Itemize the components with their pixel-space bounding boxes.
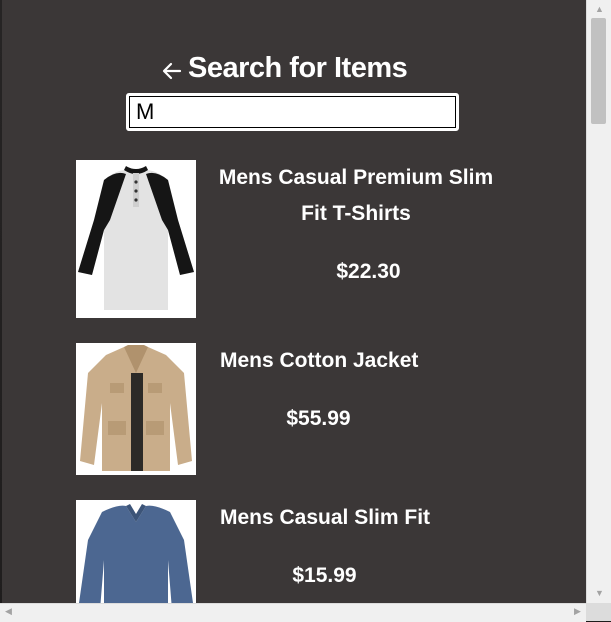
item-name: Mens Cotton Jacket (220, 349, 419, 372)
list-item[interactable]: Mens Casual Premium Slim Fit T-Shirts $2… (76, 160, 566, 320)
list-item[interactable]: Mens Cotton Jacket $55.99 (76, 343, 566, 476)
scroll-up-icon[interactable]: ▲ (595, 4, 604, 14)
list-item[interactable]: Mens Casual Slim Fit $15.99 (76, 500, 566, 603)
item-name-line1: Mens Casual Premium Slim (218, 166, 494, 189)
vertical-scrollbar[interactable]: ▲ ▼ (586, 0, 611, 603)
raglan-tshirt-image (76, 160, 196, 318)
item-price: $55.99 (286, 407, 351, 430)
modal-header: Search for Items (160, 48, 408, 88)
item-name: Mens Casual Premium Slim Fit T-Shirts (206, 160, 506, 232)
page-title: Search for Items (188, 51, 408, 84)
scroll-right-icon[interactable]: ▶ (574, 606, 581, 617)
scroll-left-icon[interactable]: ◀ (5, 606, 12, 617)
scrollbar-corner (586, 603, 611, 621)
item-name: Mens Casual Slim Fit (220, 506, 431, 529)
slim-fit-shirt-image (76, 500, 196, 603)
search-input[interactable] (126, 93, 459, 131)
item-name-line2: Fit T-Shirts (301, 202, 411, 225)
item-price: $15.99 (292, 564, 357, 587)
horizontal-scrollbar[interactable]: ◀ ▶ (0, 603, 586, 622)
search-modal: Search for Items Mens Casual Premium Sli… (2, 0, 586, 603)
scroll-down-icon[interactable]: ▼ (595, 588, 604, 598)
item-price: $22.30 (336, 260, 401, 283)
cotton-jacket-image (76, 343, 196, 475)
scroll-thumb[interactable] (591, 18, 606, 124)
arrow-left-icon[interactable] (160, 59, 184, 83)
